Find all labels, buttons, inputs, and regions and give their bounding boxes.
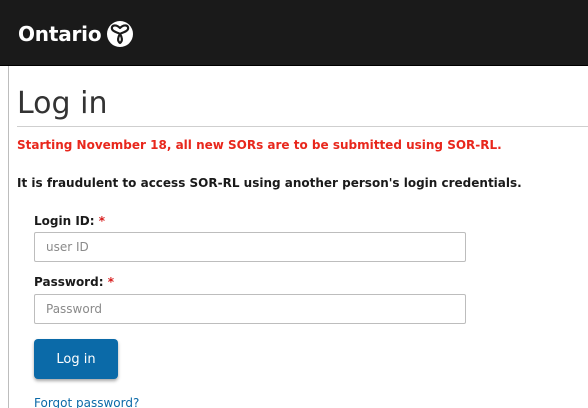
ontario-brand[interactable]: Ontario <box>18 20 134 48</box>
login-id-label-text: Login ID: <box>34 214 95 228</box>
brand-name: Ontario <box>18 22 102 46</box>
forgot-password-link[interactable]: Forgot password? <box>34 396 139 408</box>
content-left-border <box>8 66 9 408</box>
site-header: Ontario <box>0 0 588 66</box>
password-label-text: Password: <box>34 275 104 289</box>
log-in-button[interactable]: Log in <box>34 339 118 379</box>
password-input[interactable] <box>34 294 466 324</box>
login-id-label: Login ID: * <box>34 214 105 228</box>
required-marker: * <box>98 214 106 228</box>
fraud-warning: It is fraudulent to access SOR-RL using … <box>17 176 522 190</box>
trillium-logo-icon <box>107 21 134 47</box>
submission-notice: Starting November 18, all new SORs are t… <box>17 138 502 152</box>
page-title: Log in <box>17 86 108 121</box>
password-label: Password: * <box>34 275 114 289</box>
required-marker: * <box>107 275 114 289</box>
title-divider <box>17 126 588 127</box>
login-id-input[interactable] <box>34 232 466 262</box>
